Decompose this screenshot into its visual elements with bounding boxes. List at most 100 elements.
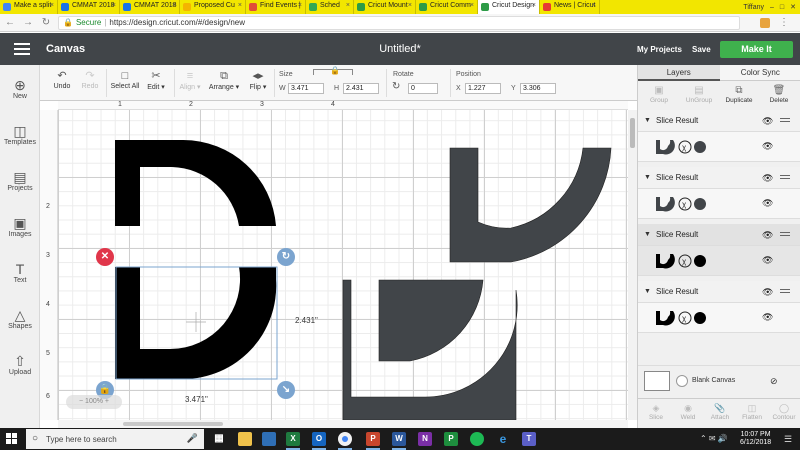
layer-group-header[interactable]: ▼ Slice Result 👁: [638, 110, 800, 132]
close-tab-icon[interactable]: ×: [172, 2, 176, 9]
make-it-button[interactable]: Make It: [720, 41, 793, 58]
outlook-icon[interactable]: O: [312, 432, 326, 450]
eye-icon[interactable]: 👁: [762, 230, 773, 241]
close-tab-icon[interactable]: ×: [50, 2, 54, 9]
contour-button[interactable]: ◯ Contour: [768, 402, 800, 421]
group-button[interactable]: ▣ Group: [640, 84, 678, 104]
expand-triangle-icon[interactable]: ▼: [644, 117, 651, 124]
close-tab-icon[interactable]: ×: [346, 2, 350, 9]
drag-handle-icon[interactable]: [780, 118, 790, 124]
sidebar-item-new[interactable]: ⊕ New: [0, 77, 40, 100]
system-tray-icons[interactable]: ⌃ ✉ 🔊: [700, 434, 728, 443]
sidebar-item-text[interactable]: T Text: [0, 261, 40, 284]
extension-icon[interactable]: [760, 18, 770, 28]
expand-triangle-icon[interactable]: ▼: [644, 288, 651, 295]
undo-button[interactable]: ↶ Undo: [50, 69, 74, 90]
sidebar-item-images[interactable]: ▣ Images: [0, 215, 40, 238]
select-all-button[interactable]: □ Select All: [110, 69, 140, 90]
close-tab-icon[interactable]: ×: [470, 2, 474, 9]
layer-row[interactable]: χ 👁: [638, 132, 800, 162]
url-input[interactable]: 🔒 Secure | https://design.cricut.com/#/d…: [58, 15, 740, 30]
expand-triangle-icon[interactable]: ▼: [644, 231, 651, 238]
close-tab-icon[interactable]: ×: [408, 2, 412, 9]
file-explorer-icon[interactable]: [238, 432, 252, 446]
eye-icon[interactable]: 👁: [762, 173, 773, 184]
height-input[interactable]: 2.431: [343, 83, 379, 94]
spotify-icon[interactable]: [470, 432, 484, 446]
taskbar-search-input[interactable]: ○ Type here to search 🎤: [26, 429, 204, 449]
windows-start-icon[interactable]: [6, 433, 18, 445]
eye-icon[interactable]: 👁: [762, 198, 773, 209]
canvas-color-circle[interactable]: [676, 375, 688, 387]
drag-handle-icon[interactable]: [780, 175, 790, 181]
eye-icon[interactable]: 👁: [762, 116, 773, 127]
layer-group-header[interactable]: ▼ Slice Result 👁: [638, 167, 800, 189]
teams-icon[interactable]: T: [522, 432, 536, 446]
close-window-icon[interactable]: ✕: [790, 3, 796, 11]
minimize-icon[interactable]: –: [770, 4, 774, 11]
maximize-icon[interactable]: □: [780, 4, 784, 11]
close-tab-icon[interactable]: ×: [592, 2, 596, 9]
x-position-input[interactable]: 1.227: [465, 83, 501, 94]
sidebar-item-templates[interactable]: ◫ Templates: [0, 123, 40, 146]
zoom-control[interactable]: − 100% +: [66, 395, 122, 409]
eye-icon[interactable]: 👁: [762, 312, 773, 323]
redo-button[interactable]: ↷ Redo: [78, 69, 102, 90]
powerpoint-icon[interactable]: P: [366, 432, 380, 450]
browser-tab[interactable]: Proposed Cu ×: [180, 0, 246, 14]
my-projects-link[interactable]: My Projects: [637, 45, 682, 54]
browser-tab[interactable]: Find Events | ×: [246, 0, 306, 14]
task-view-icon[interactable]: ▦: [212, 432, 226, 446]
microphone-icon[interactable]: 🎤: [187, 433, 198, 444]
browser-tab[interactable]: News | Cricut ×: [540, 0, 600, 14]
close-tab-icon[interactable]: ×: [298, 2, 302, 9]
word-icon[interactable]: W: [392, 432, 406, 450]
blank-canvas-row[interactable]: Blank Canvas ⊘: [638, 365, 800, 397]
eye-icon[interactable]: 👁: [762, 255, 773, 266]
layer-group[interactable]: ▼ Slice Result 👁 χ 👁: [638, 224, 800, 276]
expand-triangle-icon[interactable]: ▼: [644, 174, 651, 181]
layer-group-header[interactable]: ▼ Slice Result 👁: [638, 224, 800, 246]
duplicate-button[interactable]: ⧉ Duplicate: [720, 84, 758, 104]
back-icon[interactable]: ←: [4, 17, 16, 29]
eye-icon[interactable]: 👁: [762, 287, 773, 298]
browser-tab[interactable]: Sched ×: [306, 0, 354, 14]
close-tab-icon[interactable]: ×: [112, 2, 116, 9]
zoom-out-icon[interactable]: −: [79, 398, 83, 405]
forward-icon[interactable]: →: [22, 17, 34, 29]
edge-icon[interactable]: e: [496, 432, 510, 446]
drag-handle-icon[interactable]: [780, 232, 790, 238]
resize-handle-icon[interactable]: ↘: [277, 381, 295, 399]
sidebar-item-projects[interactable]: ▤ Projects: [0, 169, 40, 192]
save-button[interactable]: Save: [692, 45, 711, 54]
slice-button[interactable]: ◈ Slice: [640, 402, 672, 421]
notifications-icon[interactable]: ☰: [784, 434, 792, 445]
canvas-color-swatch[interactable]: [644, 371, 670, 391]
layer-group[interactable]: ▼ Slice Result 👁 χ 👁: [638, 110, 800, 162]
drag-handle-icon[interactable]: [780, 289, 790, 295]
y-position-input[interactable]: 3.306: [520, 83, 556, 94]
tab-color-sync[interactable]: Color Sync: [719, 65, 800, 81]
design-canvas[interactable]: [58, 110, 628, 420]
project-icon[interactable]: P: [444, 432, 458, 446]
rotate-input[interactable]: 0: [408, 83, 438, 94]
zoom-in-icon[interactable]: +: [105, 398, 109, 405]
layer-group[interactable]: ▼ Slice Result 👁 χ 👁: [638, 281, 800, 333]
reload-icon[interactable]: ↻: [40, 17, 52, 29]
vertical-scrollbar[interactable]: [628, 110, 637, 420]
browser-tab[interactable]: Make a split ×: [0, 0, 58, 14]
browser-tab[interactable]: Cricut Mount ×: [354, 0, 416, 14]
onenote-icon[interactable]: N: [418, 432, 432, 446]
system-clock[interactable]: 10:07 PM 6/12/2018: [740, 431, 771, 447]
delete-handle-icon[interactable]: ✕: [96, 248, 114, 266]
arrange-dropdown[interactable]: ⧉ Arrange ▾: [206, 69, 242, 91]
browser-tab[interactable]: CMMAT 2018 ×: [58, 0, 120, 14]
browser-tab[interactable]: Cricut Design ×: [478, 0, 540, 14]
align-dropdown[interactable]: ≡ Align ▾: [176, 69, 204, 91]
layer-group-header[interactable]: ▼ Slice Result 👁: [638, 281, 800, 303]
close-tab-icon[interactable]: ×: [532, 2, 536, 9]
browser-menu-icon[interactable]: ⋮: [778, 17, 790, 29]
delete-button[interactable]: 🗑 Delete: [760, 84, 798, 104]
browser-tab[interactable]: Cricut Comm ×: [416, 0, 478, 14]
layer-group[interactable]: ▼ Slice Result 👁 χ 👁: [638, 167, 800, 219]
